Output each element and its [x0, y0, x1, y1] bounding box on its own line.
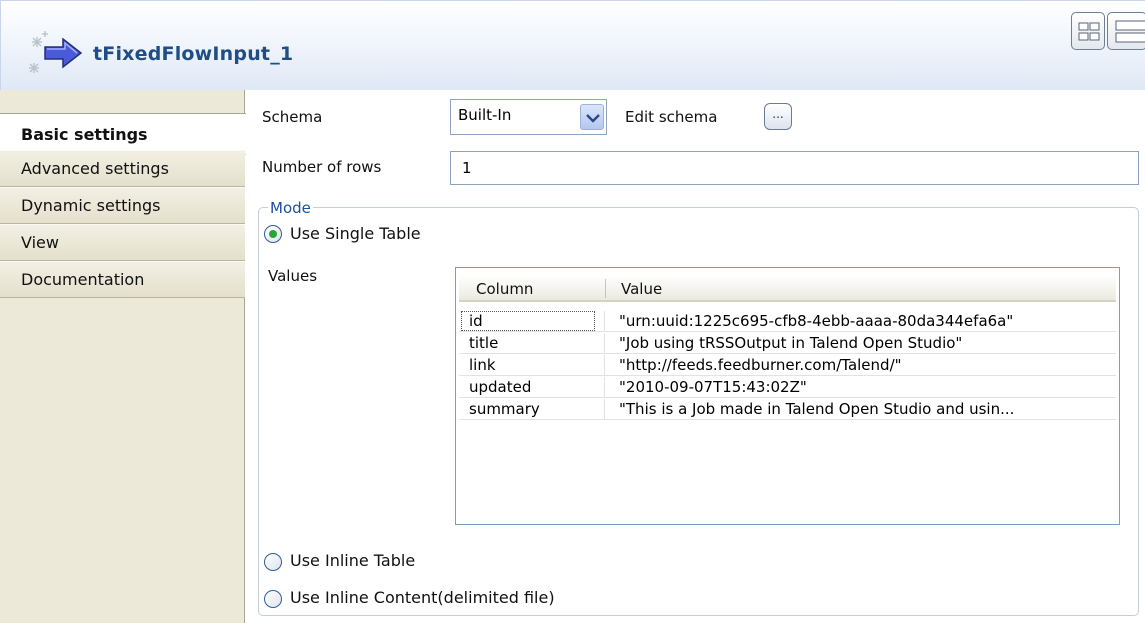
table-row[interactable]: id "urn:uuid:1225c695-cfb8-4ebb-aaaa-80d…: [459, 311, 1116, 332]
row-column-cell[interactable]: summary: [469, 400, 540, 418]
row-value-cell[interactable]: "http://feeds.feedburner.com/Talend/": [619, 356, 902, 374]
row-value-cell[interactable]: "This is a Job made in Talend Open Studi…: [619, 400, 1014, 418]
use-inline-content-label[interactable]: Use Inline Content(delimited file): [290, 588, 555, 607]
row-column-cell[interactable]: updated: [469, 378, 531, 396]
tab-basic-settings[interactable]: Basic settings: [0, 113, 246, 155]
list-view-toggle-button[interactable]: [1107, 12, 1145, 50]
row-column-cell[interactable]: title: [469, 334, 498, 352]
table-header: Column Value: [459, 275, 1116, 302]
chevron-down-icon[interactable]: [580, 104, 604, 130]
table-row[interactable]: summary "This is a Job made in Talend Op…: [459, 399, 1116, 420]
component-title: tFixedFlowInput_1: [93, 43, 294, 65]
table-row[interactable]: updated "2010-09-07T15:43:02Z": [459, 377, 1116, 398]
row-value-cell[interactable]: "Job using tRSSOutput in Talend Open Stu…: [619, 334, 962, 352]
component-header: tFixedFlowInput_1: [0, 0, 1145, 90]
component-arrow-icon: [29, 31, 83, 73]
use-inline-table-radio[interactable]: [264, 553, 282, 571]
tab-view[interactable]: View: [0, 224, 245, 261]
list-view-icon: [1115, 20, 1145, 43]
edit-schema-label: Edit schema: [625, 108, 718, 126]
schema-select-value: Built-In: [458, 106, 512, 124]
row-column-cell[interactable]: id: [461, 311, 595, 331]
use-inline-content-radio[interactable]: [264, 590, 282, 608]
value-header[interactable]: Value: [621, 280, 662, 298]
column-header[interactable]: Column: [476, 280, 533, 298]
table-row[interactable]: title "Job using tRSSOutput in Talend Op…: [459, 333, 1116, 354]
mode-legend: Mode: [268, 199, 313, 217]
edit-schema-button[interactable]: ...: [764, 103, 792, 130]
tab-advanced-settings[interactable]: Advanced settings: [0, 150, 245, 187]
use-single-table-label[interactable]: Use Single Table: [290, 224, 421, 243]
row-value-cell[interactable]: "urn:uuid:1225c695-cfb8-4ebb-aaaa-80da34…: [619, 312, 1013, 330]
rows-label: Number of rows: [262, 158, 382, 176]
table-row[interactable]: link "http://feeds.feedburner.com/Talend…: [459, 355, 1116, 376]
schema-label: Schema: [262, 108, 323, 126]
values-label: Values: [268, 267, 318, 285]
values-table[interactable]: Column Value id "urn:uuid:1225c695-cfb8-…: [455, 267, 1120, 525]
use-inline-table-label[interactable]: Use Inline Table: [290, 551, 415, 570]
use-single-table-radio[interactable]: [264, 225, 282, 243]
schema-select[interactable]: Built-In: [450, 99, 607, 135]
number-of-rows-input[interactable]: 1: [450, 151, 1139, 185]
tab-documentation[interactable]: Documentation: [0, 261, 245, 298]
settings-sidebar: Basic settings Advanced settings Dynamic…: [0, 90, 246, 623]
row-column-cell[interactable]: link: [469, 356, 496, 374]
grid-view-toggle-button[interactable]: [1071, 12, 1105, 50]
row-value-cell[interactable]: "2010-09-07T15:43:02Z": [619, 378, 807, 396]
grid-view-icon: [1078, 22, 1100, 41]
tab-dynamic-settings[interactable]: Dynamic settings: [0, 187, 245, 224]
